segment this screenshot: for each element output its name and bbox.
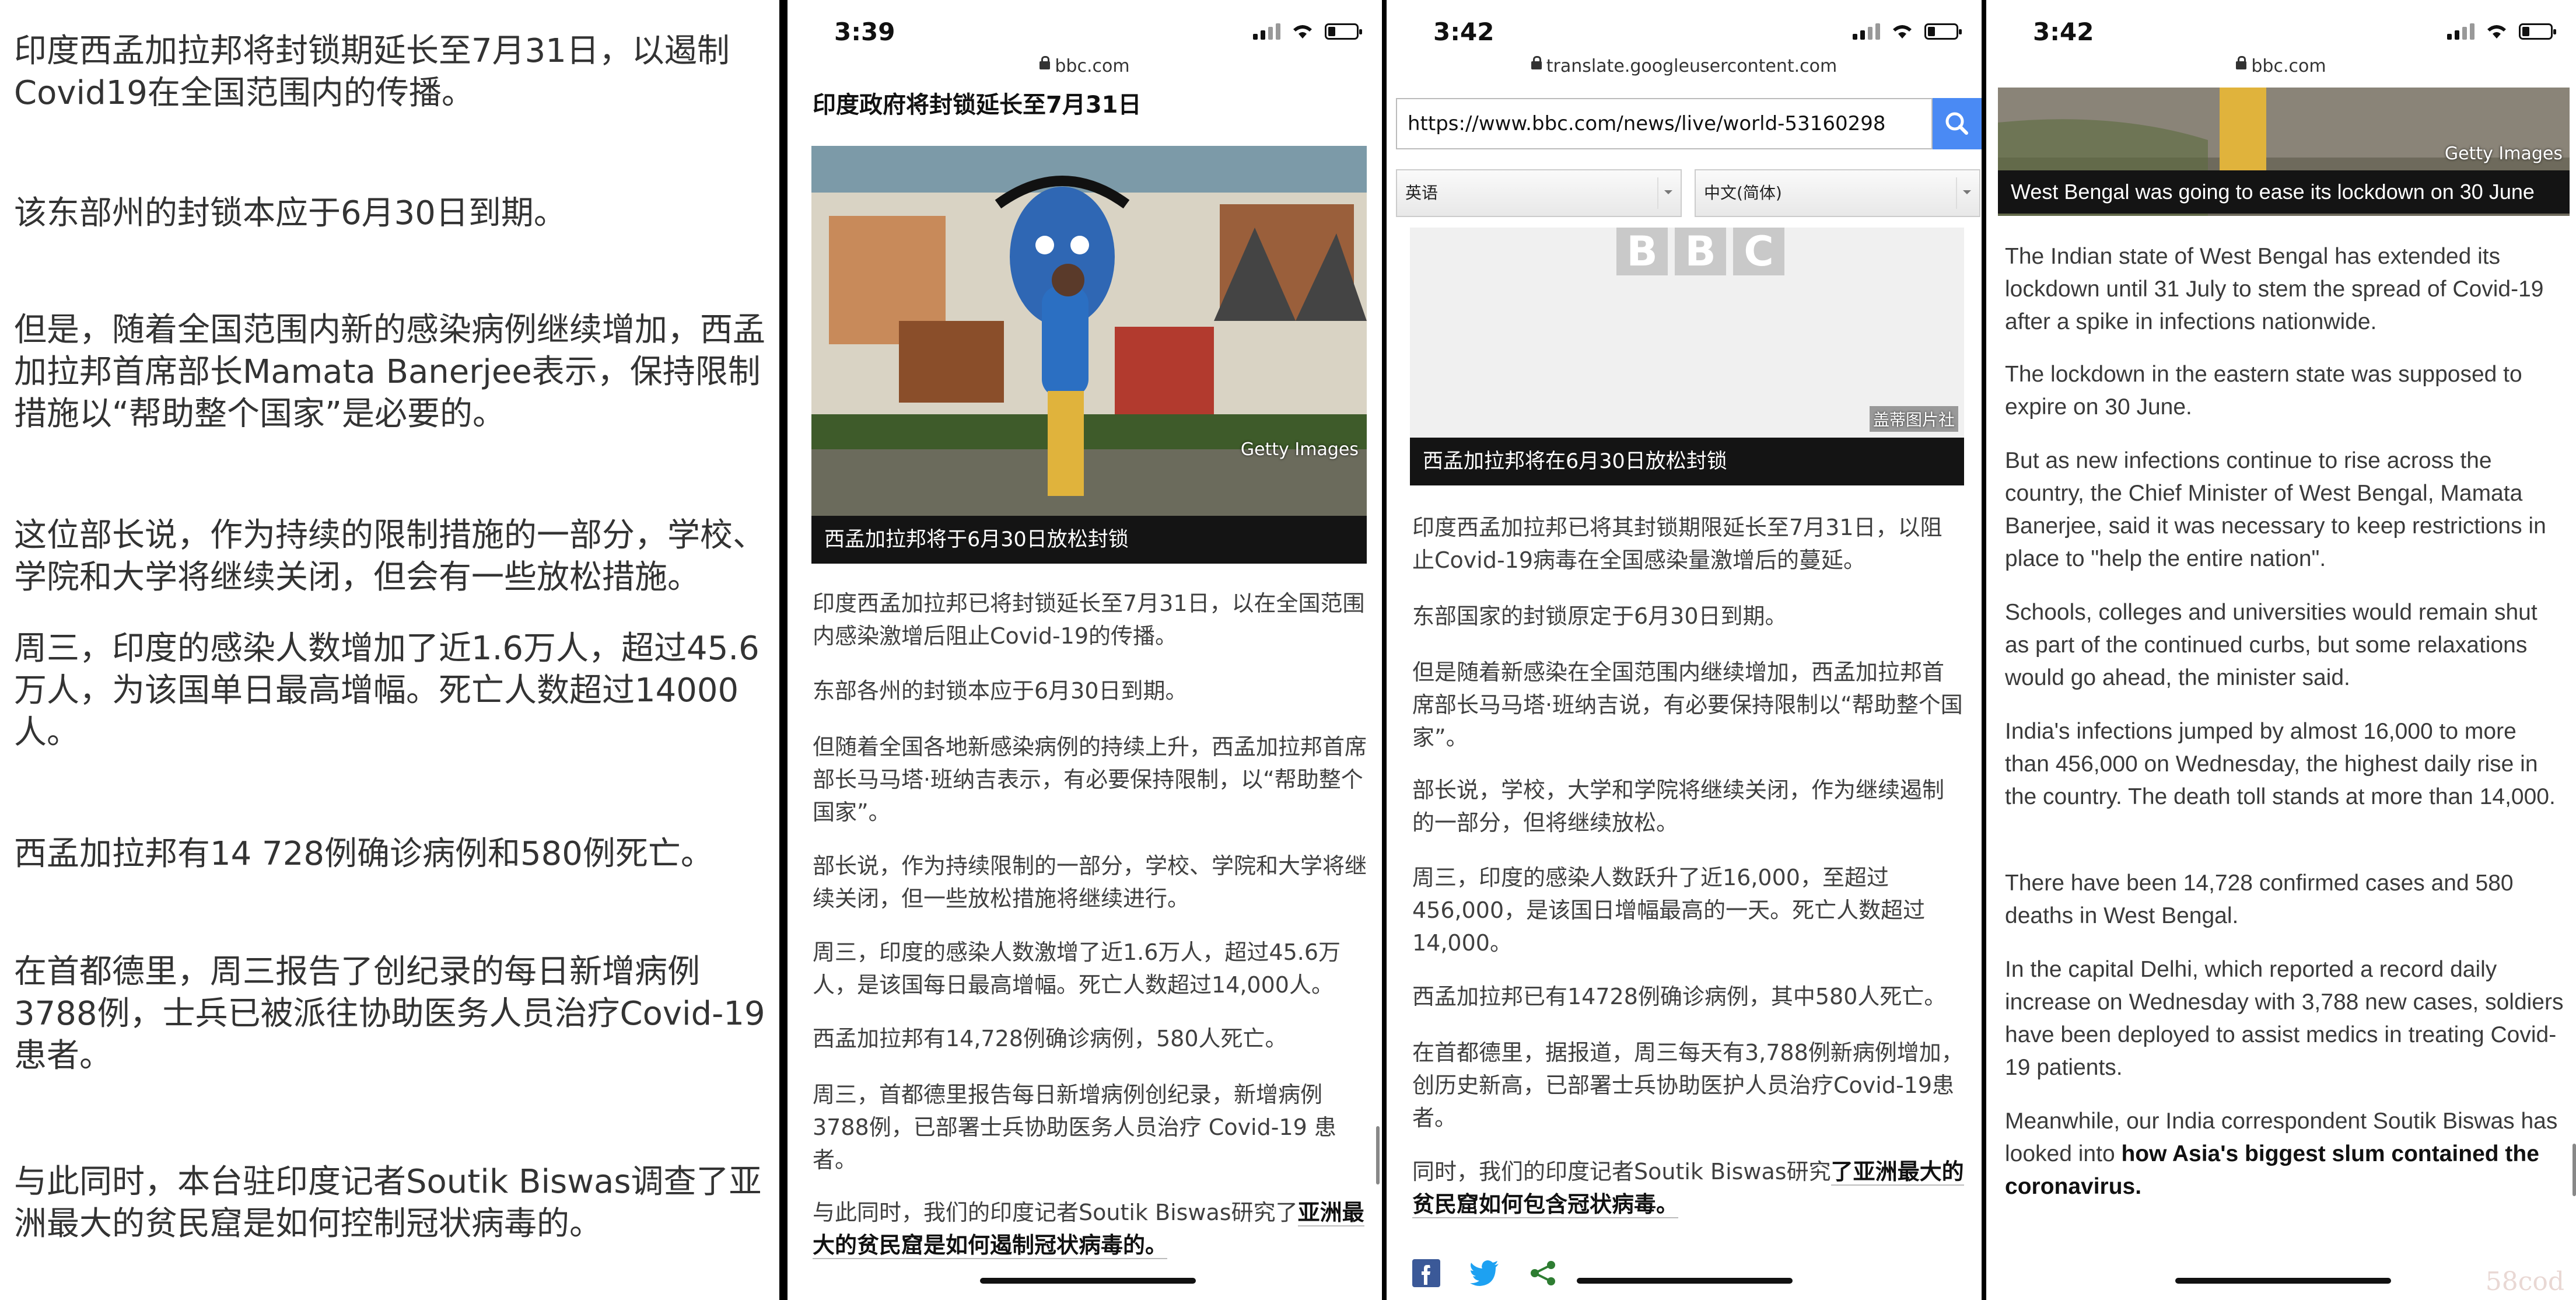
home-indicator[interactable] xyxy=(2175,1278,2391,1284)
image-caption: 西孟加拉邦将在6月30日放松封锁 xyxy=(1410,438,1964,485)
status-time: 3:42 xyxy=(2033,18,2094,46)
lock-icon xyxy=(1040,55,1051,69)
article-paragraph: 周三，印度的感染人数跃升了近16,000，至超过456,000，是该国日增幅最高… xyxy=(1412,865,1926,956)
article-paragraph: 东部各州的封锁本应于6月30日到期。 xyxy=(813,678,1188,704)
article-paragraph: 西孟加拉邦已有14728例确诊病例，其中580人死亡。 xyxy=(1412,984,1947,1009)
bbc-logo: B B C xyxy=(1616,228,1784,275)
target-language-select[interactable]: 中文(简体) xyxy=(1695,169,1980,217)
headline: 印度政府将封锁延长至7月31日 xyxy=(813,92,1142,118)
p1-paragraph: 印度西孟加拉邦将封锁期延长至7月31日，以遏制Covid19在全国范围内的传播。 xyxy=(14,32,730,112)
phone-bbc-english: Getty Images West Bengal was going to ea… xyxy=(1982,0,2576,1300)
battery-icon xyxy=(1924,23,1962,40)
article-paragraph: 但是随着新感染在全国范围内继续增加，西孟加拉邦首席部长马马塔·班纳吉说，有必要保… xyxy=(1412,659,1963,750)
url-bar[interactable]: bbc.com xyxy=(788,55,1382,83)
search-icon xyxy=(1945,112,1968,135)
wifi-icon xyxy=(2485,22,2508,40)
p1-paragraph: 在首都德里，周三报告了创纪录的每日新增病例3788例，士兵已被派往协助医务人员治… xyxy=(14,953,765,1075)
article-paragraph: 印度西孟加拉邦已将封锁延长至7月31日，以在全国范围内感染激增后阻止Covid-… xyxy=(813,590,1365,649)
scrollbar[interactable] xyxy=(2572,1144,2576,1196)
article-paragraph: 但随着全国各地新感染病例的持续上升，西孟加拉邦首席部长马马塔·班纳吉表示，有必要… xyxy=(813,734,1367,825)
last-para-text: 与此同时，我们的印度记者Soutik Biswas研究了 xyxy=(813,1200,1298,1225)
lock-icon xyxy=(1531,55,1542,69)
battery-icon xyxy=(2519,23,2556,40)
url-bar[interactable]: bbc.com xyxy=(1986,55,2576,84)
panel-plain-translation: 印度西孟加拉邦将封锁期延长至7月31日，以遏制Covid19在全国范围内的传播。… xyxy=(0,0,779,1300)
wifi-icon xyxy=(1891,22,1914,40)
target-language-value: 中文(简体) xyxy=(1704,183,1782,202)
image-caption: 西孟加拉邦将于6月30日放松封锁 xyxy=(811,516,1367,564)
share-bar xyxy=(1412,1259,1557,1287)
article-paragraph: 印度西孟加拉邦已将其封锁期限延长至7月31日，以阻止Covid-19病毒在全国感… xyxy=(1412,515,1943,573)
p1-paragraph: 但是，随着全国范围内新的感染病例继续增加，西孟加拉邦首席部长Mamata Ban… xyxy=(14,311,765,433)
p1-paragraph: 该东部州的封锁本应于6月30日到期。 xyxy=(14,194,566,232)
status-time: 3:42 xyxy=(1433,18,1494,46)
article-paragraph-last: 同时，我们的印度记者Soutik Biswas研究了亚洲最大的贫民窟如何包含冠状… xyxy=(1412,1155,1964,1221)
translate-go-button[interactable] xyxy=(1933,98,1982,149)
phone-google-translate: 3:42 translate.googleusercontent.com htt… xyxy=(1382,0,1982,1300)
status-time: 3:39 xyxy=(834,18,895,46)
url-text: translate.googleusercontent.com xyxy=(1546,56,1838,76)
facebook-icon[interactable] xyxy=(1412,1259,1440,1287)
article-paragraph: 在首都德里，据报道，周三每天有3,788例新病例增加，创历史新高，已部署士兵协助… xyxy=(1412,1040,1964,1131)
share-icon[interactable] xyxy=(1529,1259,1557,1287)
chevron-down-icon xyxy=(1956,177,1973,209)
twitter-icon[interactable] xyxy=(1469,1259,1500,1287)
article-paragraph: But as new infections continue to rise a… xyxy=(2005,448,2546,571)
p1-paragraph: 周三，印度的感染人数增加了近1.6万人，超过45.6万人，为该国单日最高增幅。死… xyxy=(14,630,760,752)
article-paragraph-last: 与此同时，我们的印度记者Soutik Biswas研究了亚洲最大的贫民窟是如何遏… xyxy=(813,1196,1367,1261)
scrollbar[interactable] xyxy=(1376,1126,1380,1184)
battery-icon xyxy=(1325,23,1362,40)
last-para-text: 同时，我们的印度记者Soutik Biswas研究 xyxy=(1412,1159,1831,1184)
signal-icon xyxy=(1253,22,1280,40)
article-paragraph: 部长说，学校，大学和学院将继续关闭，作为继续遏制的一部分，但将继续放松。 xyxy=(1412,777,1945,836)
article-image-placeholder: B B C 盖蒂图片社 xyxy=(1410,228,1964,438)
article-paragraph: 部长说，作为持续限制的一部分，学校、学院和大学将继续关闭，但一些放松措施将继续进… xyxy=(813,853,1367,911)
image-credit: 盖蒂图片社 xyxy=(1869,406,1958,432)
article-paragraph: 东部国家的封锁原定于6月30日到期。 xyxy=(1412,603,1787,629)
article-paragraph-last: Meanwhile, our India correspondent Souti… xyxy=(2005,1105,2565,1203)
wifi-icon xyxy=(1291,22,1314,40)
article-paragraph: 西孟加拉邦有14,728例确诊病例，580人死亡。 xyxy=(813,1026,1287,1051)
bbc-logo-letter: C xyxy=(1733,228,1784,275)
url-bar[interactable]: translate.googleusercontent.com xyxy=(1387,55,1982,83)
url-text: bbc.com xyxy=(2251,56,2326,76)
home-indicator[interactable] xyxy=(980,1278,1196,1284)
article-paragraph: In the capital Delhi, which reported a r… xyxy=(2005,957,2564,1080)
signal-icon xyxy=(2447,22,2474,40)
article-paragraph: The Indian state of West Bengal has exte… xyxy=(2005,244,2544,334)
article-paragraph: India's infections jumped by almost 16,0… xyxy=(2005,719,2556,809)
chevron-down-icon xyxy=(1657,177,1675,209)
article-paragraph: Schools, colleges and universities would… xyxy=(2005,600,2538,690)
home-indicator[interactable] xyxy=(1577,1278,1793,1284)
article-paragraph: The lockdown in the eastern state was su… xyxy=(2005,362,2522,420)
article-paragraph: 周三，首都德里报告每日新增病例创纪录，新增病例3788例，已部署士兵协助医务人员… xyxy=(813,1082,1336,1173)
p1-paragraph: 这位部长说，作为持续的限制措施的一部分，学校、学院和大学将继续关闭，但会有一些放… xyxy=(14,516,765,596)
signal-icon xyxy=(1853,22,1880,40)
p1-paragraph: 西孟加拉邦有14 728例确诊病例和580例死亡。 xyxy=(14,835,713,873)
article-image: Getty Images xyxy=(811,146,1367,516)
source-language-value: 英语 xyxy=(1405,183,1438,202)
source-language-select[interactable]: 英语 xyxy=(1396,169,1682,217)
url-text: bbc.com xyxy=(1055,56,1130,76)
lock-icon xyxy=(2236,55,2247,69)
bbc-logo-letter: B xyxy=(1675,228,1726,275)
image-caption: West Bengal was going to ease its lockdo… xyxy=(1998,170,2570,214)
p1-paragraph: 与此同时，本台驻印度记者Soutik Biswas调查了亚洲最大的贫民窟是如何控… xyxy=(14,1163,762,1243)
image-credit: Getty Images xyxy=(1240,439,1359,460)
article-paragraph: 周三，印度的感染人数激增了近1.6万人，超过45.6万人，是该国每日最高增幅。死… xyxy=(813,939,1341,998)
bbc-logo-letter: B xyxy=(1616,228,1668,275)
article-paragraph: There have been 14,728 confirmed cases a… xyxy=(2005,871,2514,928)
image-credit: Getty Images xyxy=(2444,144,2563,164)
watermark: 58cod xyxy=(2485,1267,2564,1296)
phone-bbc-chinese: 3:39 bbc.com 印度政府将封锁延长至7月31日 Getty Image… xyxy=(779,0,1382,1300)
translate-url-input[interactable]: https://www.bbc.com/news/live/world-5316… xyxy=(1396,98,1933,149)
